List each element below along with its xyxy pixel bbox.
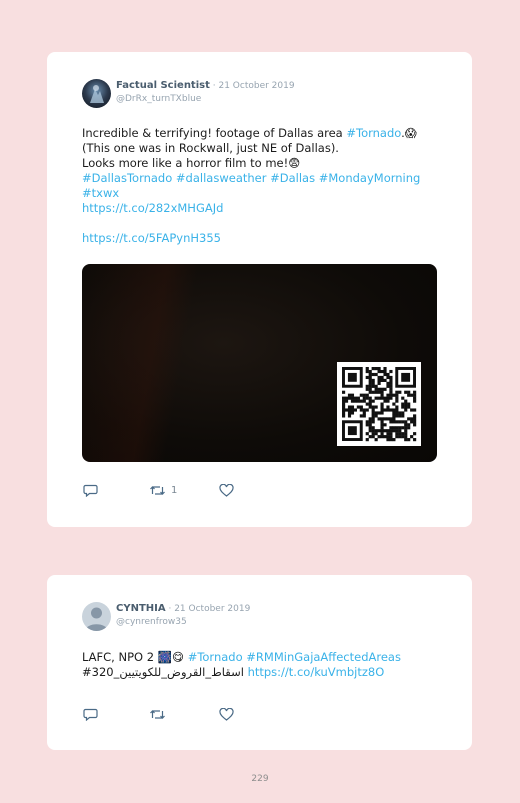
text-line: (This one was in Rockwall, just NE of Da… xyxy=(82,141,339,155)
hashtag-link[interactable]: #txwx xyxy=(82,186,442,201)
author-name[interactable]: CYNTHIA xyxy=(116,603,166,614)
like-button[interactable] xyxy=(219,484,234,497)
reply-button[interactable] xyxy=(83,484,149,497)
text-segment: .😱 xyxy=(401,126,417,140)
tweet-card: CYNTHIA · 21 October 2019 @cynrenfrow35 … xyxy=(47,575,472,750)
url-link[interactable]: https://t.co/282xMHGAJd xyxy=(82,201,442,216)
tweet-card: Factual Scientist · 21 October 2019 @DrR… xyxy=(47,52,472,527)
author-handle[interactable]: @DrRx_turnTXblue xyxy=(116,93,295,106)
reply-button[interactable] xyxy=(83,708,149,721)
avatar[interactable] xyxy=(82,602,111,631)
tweet-text: LAFC, NPO 2 🎆😋 #Tornado #RMMinGajaAffect… xyxy=(82,650,442,680)
tweet-header: CYNTHIA · 21 October 2019 @cynrenfrow35 xyxy=(82,602,250,631)
tweet-date[interactable]: 21 October 2019 xyxy=(218,81,294,91)
retweet-icon xyxy=(150,710,165,719)
page-number: 229 xyxy=(251,774,269,784)
retweet-button[interactable]: 1 xyxy=(149,484,219,497)
meta-separator: · xyxy=(165,604,175,614)
hashtag-links[interactable]: #DallasTornado #dallasweather #Dallas #M… xyxy=(82,171,442,186)
author-handle[interactable]: @cynrenfrow35 xyxy=(116,616,250,629)
text-line: Looks more like a horror film to me!😨 xyxy=(82,156,301,170)
reply-icon xyxy=(83,708,98,721)
reply-icon xyxy=(83,484,98,497)
heart-icon xyxy=(219,708,234,721)
tweet-date[interactable]: 21 October 2019 xyxy=(174,604,250,614)
retweet-icon xyxy=(150,486,165,495)
retweet-button[interactable] xyxy=(149,708,219,721)
text-segment: LAFC, NPO 2 🎆😋 xyxy=(82,650,188,664)
hashtag-links[interactable]: #Tornado #RMMinGajaAffectedAreas xyxy=(188,650,401,664)
retweet-count: 1 xyxy=(171,485,178,496)
text-segment: Incredible & terrifying! footage of Dall… xyxy=(82,126,347,140)
heart-icon xyxy=(219,484,234,497)
video-thumbnail[interactable] xyxy=(82,264,437,462)
qr-code xyxy=(337,362,421,446)
hashtag-link[interactable]: #Tornado xyxy=(346,126,401,140)
avatar[interactable] xyxy=(82,79,111,108)
author-name[interactable]: Factual Scientist xyxy=(116,80,210,91)
like-button[interactable] xyxy=(219,708,234,721)
tweet-actions xyxy=(83,708,234,721)
tweet-header: Factual Scientist · 21 October 2019 @DrR… xyxy=(82,79,295,108)
text-segment: #اسقاط_القروض_للكويتيين_320 xyxy=(82,665,248,679)
url-link[interactable]: https://t.co/5FAPynH355 xyxy=(82,231,442,246)
url-link[interactable]: https://t.co/kuVmbjtz8O xyxy=(248,665,385,679)
tweet-text: Incredible & terrifying! footage of Dall… xyxy=(82,126,442,246)
tweet-actions: 1 xyxy=(83,484,234,497)
